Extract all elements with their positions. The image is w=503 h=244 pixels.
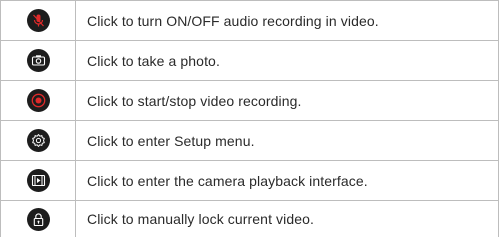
icon-cell: [0, 40, 76, 81]
row-description: Click to turn ON/OFF audio recording in …: [75, 0, 499, 41]
table-row: Click to take a photo.: [0, 40, 499, 81]
icon-cell: [0, 160, 76, 201]
record-icon: [26, 89, 50, 112]
row-description: Click to enter Setup menu.: [75, 120, 499, 161]
table-row: Click to start/stop video recording.: [0, 80, 499, 121]
table-row: Click to enter the camera playback inter…: [0, 160, 499, 201]
row-description: Click to manually lock current video.: [75, 200, 499, 237]
icon-cell: [0, 200, 76, 237]
playback-icon: [26, 169, 50, 192]
row-description: Click to start/stop video recording.: [75, 80, 499, 121]
row-description: Click to enter the camera playback inter…: [75, 160, 499, 201]
icon-legend-table: Click to turn ON/OFF audio recording in …: [0, 0, 499, 237]
icon-cell: [0, 80, 76, 121]
gear-icon: [26, 129, 50, 152]
icon-cell: [0, 0, 76, 41]
table-row: Click to manually lock current video.: [0, 200, 499, 237]
row-description: Click to take a photo.: [75, 40, 499, 81]
icon-cell: [0, 120, 76, 161]
microphone-off-icon: [26, 9, 50, 32]
camera-icon: [26, 49, 50, 72]
table-row: Click to turn ON/OFF audio recording in …: [0, 0, 499, 41]
table-row: Click to enter Setup menu.: [0, 120, 499, 161]
lock-icon: [26, 207, 50, 231]
